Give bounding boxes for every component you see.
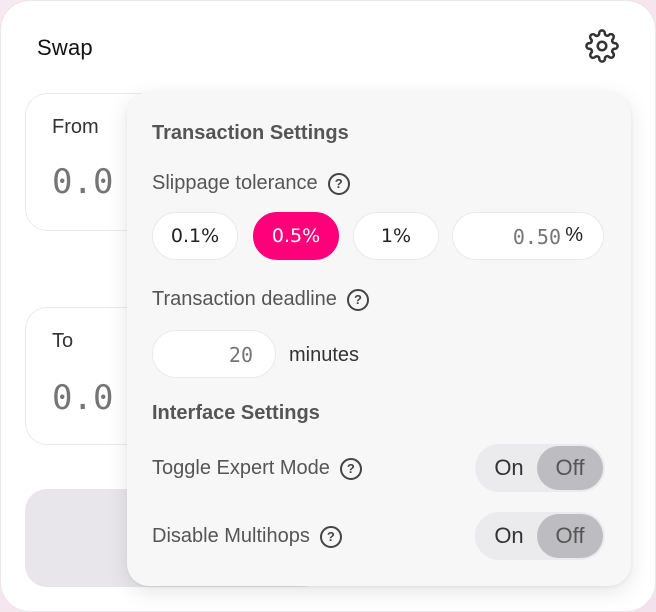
question-circle-icon[interactable]: ? <box>346 289 369 311</box>
expert-mode-label: Toggle Expert Mode <box>152 457 330 479</box>
slippage-option-0-5[interactable]: 0.5% <box>253 212 339 260</box>
multihops-row: Disable Multihops? <box>152 525 342 548</box>
from-label: From <box>52 116 99 138</box>
multihops-label: Disable Multihops <box>152 525 310 547</box>
deadline-label: Transaction deadline <box>152 288 337 310</box>
slippage-option-1[interactable]: 1% <box>353 212 439 260</box>
expert-mode-on[interactable]: On <box>477 444 541 492</box>
question-circle-icon[interactable]: ? <box>339 458 362 480</box>
to-label: To <box>52 330 74 352</box>
deadline-field[interactable] <box>152 330 276 378</box>
swap-title: Swap <box>37 35 93 60</box>
expert-mode-row: Toggle Expert Mode? <box>152 457 362 480</box>
settings-popover: Transaction Settings Slippage tolerance?… <box>127 92 631 586</box>
slippage-option-0-1[interactable]: 0.1% <box>152 212 238 260</box>
custom-slippage-field[interactable]: % <box>452 212 604 260</box>
multihops-on[interactable]: On <box>477 512 541 560</box>
deadline-unit: minutes <box>289 344 360 366</box>
multihops-toggle[interactable]: On Off <box>475 512 605 560</box>
custom-slippage-input[interactable] <box>471 223 561 251</box>
slippage-row: Slippage tolerance? <box>152 172 350 195</box>
slippage-label: Slippage tolerance <box>152 172 318 194</box>
question-circle-icon[interactable]: ? <box>319 526 342 548</box>
expert-mode-off[interactable]: Off <box>537 446 603 490</box>
gear-icon[interactable] <box>585 29 619 63</box>
deadline-input[interactable] <box>173 341 253 369</box>
interface-settings-heading: Interface Settings <box>152 402 320 424</box>
expert-mode-toggle[interactable]: On Off <box>475 444 605 492</box>
multihops-off[interactable]: Off <box>537 514 603 558</box>
transaction-settings-heading: Transaction Settings <box>152 122 349 144</box>
question-circle-icon[interactable]: ? <box>327 173 350 195</box>
deadline-row: Transaction deadline? <box>152 288 369 311</box>
percent-suffix: % <box>565 224 583 246</box>
